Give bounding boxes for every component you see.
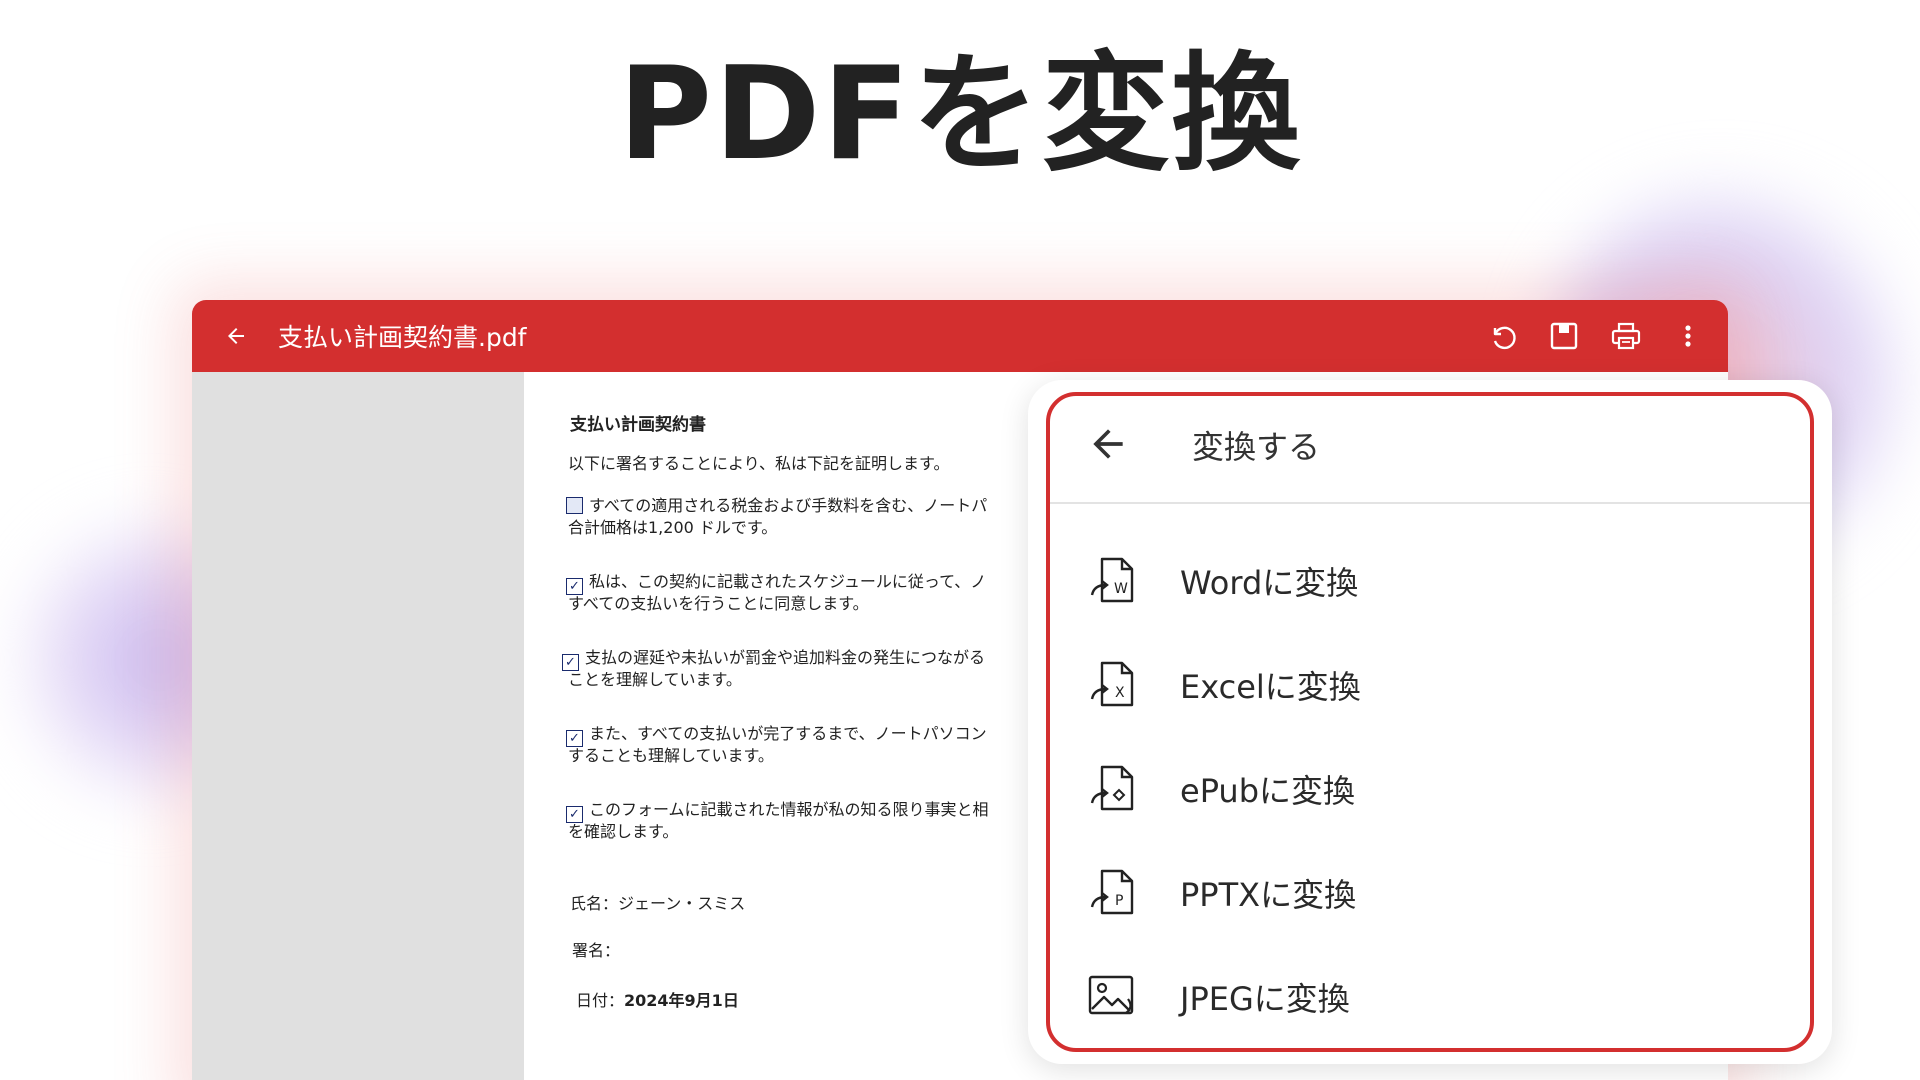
convert-panel: 変換する W Wordに変換 X Excelに変換 ePubに変換 P PPTX…: [1028, 380, 1832, 1064]
convert-to-pptx-label: PPTXに変換: [1180, 876, 1357, 914]
pdf-page: 支払い計画契約書 以下に署名することにより、私は下記を証明します。 すべての適用…: [524, 372, 1004, 1080]
checkbox-unchecked[interactable]: [566, 497, 583, 514]
doc-item-3-cont: ことを理解しています。: [568, 670, 742, 689]
convert-panel-frame: 変換する W Wordに変換 X Excelに変換 ePubに変換 P PPTX…: [1046, 392, 1814, 1052]
print-icon: [1611, 322, 1641, 350]
convert-to-pptx[interactable]: P PPTXに変換: [1050, 848, 1810, 938]
convert-to-jpeg[interactable]: JPEGに変換: [1050, 952, 1810, 1042]
convert-to-jpeg-label: JPEGに変換: [1180, 980, 1350, 1018]
save-icon: [1550, 322, 1578, 350]
arrow-back-icon: [1093, 429, 1123, 459]
toolbar-actions: [1484, 316, 1706, 356]
doc-name-line: 氏名：ジェーン・スミス: [570, 894, 746, 913]
convert-to-excel-label: Excelに変換: [1180, 668, 1361, 706]
svg-text:P: P: [1115, 893, 1123, 909]
promo-stage: PDFを変換 支払い計画契約書.pdf 支払い計画契約書 以下に署名することによ…: [0, 0, 1920, 1080]
doc-item-1-cont: 合計価格は1,200 ドルです。: [568, 518, 778, 537]
thumbnail-sidebar: [192, 372, 524, 1080]
convert-title: 変換する: [1192, 428, 1321, 466]
doc-date-line: 日付：2024年9月1日: [576, 991, 739, 1010]
doc-item-4-cont: することも理解しています。: [568, 746, 774, 765]
convert-to-word-label: Wordに変換: [1180, 564, 1359, 602]
file-epub-icon: [1090, 765, 1134, 811]
doc-heading: 支払い計画契約書: [570, 415, 706, 435]
convert-to-excel[interactable]: X Excelに変換: [1050, 640, 1810, 730]
svg-text:W: W: [1114, 581, 1128, 597]
svg-text:X: X: [1115, 685, 1125, 701]
back-button[interactable]: [222, 322, 250, 350]
file-excel-icon: X: [1090, 661, 1134, 707]
more-options-button[interactable]: [1670, 316, 1706, 356]
doc-item-2-cont: すべての支払いを行うことに同意します。: [568, 594, 869, 613]
document-title: 支払い計画契約書.pdf: [278, 323, 527, 352]
convert-header: 変換する: [1050, 396, 1810, 504]
print-button[interactable]: [1608, 316, 1644, 356]
undo-button[interactable]: [1484, 316, 1520, 356]
app-toolbar: 支払い計画契約書.pdf: [192, 300, 1728, 372]
arrow-back-icon: [228, 328, 244, 344]
convert-to-epub[interactable]: ePubに変換: [1050, 744, 1810, 834]
doc-item-5-cont: を確認します。: [568, 822, 679, 841]
save-button[interactable]: [1546, 316, 1582, 356]
convert-to-epub-label: ePubに変換: [1180, 772, 1356, 810]
file-word-icon: W: [1090, 557, 1134, 603]
image-icon: [1088, 975, 1134, 1015]
doc-date-value: 2024年9月1日: [624, 991, 739, 1010]
file-pptx-icon: P: [1090, 869, 1134, 915]
convert-back-button[interactable]: [1086, 422, 1130, 466]
convert-to-word[interactable]: W Wordに変換: [1050, 536, 1810, 626]
undo-icon: [1493, 326, 1516, 350]
doc-item-1: すべての適用される税金および手数料を含む、ノートパ: [566, 492, 987, 516]
headline: PDFを変換: [618, 40, 1302, 189]
doc-signature-label: 署名：: [572, 941, 621, 960]
more-vert-icon: [1685, 325, 1691, 347]
doc-intro: 以下に署名することにより、私は下記を証明します。: [568, 454, 950, 473]
